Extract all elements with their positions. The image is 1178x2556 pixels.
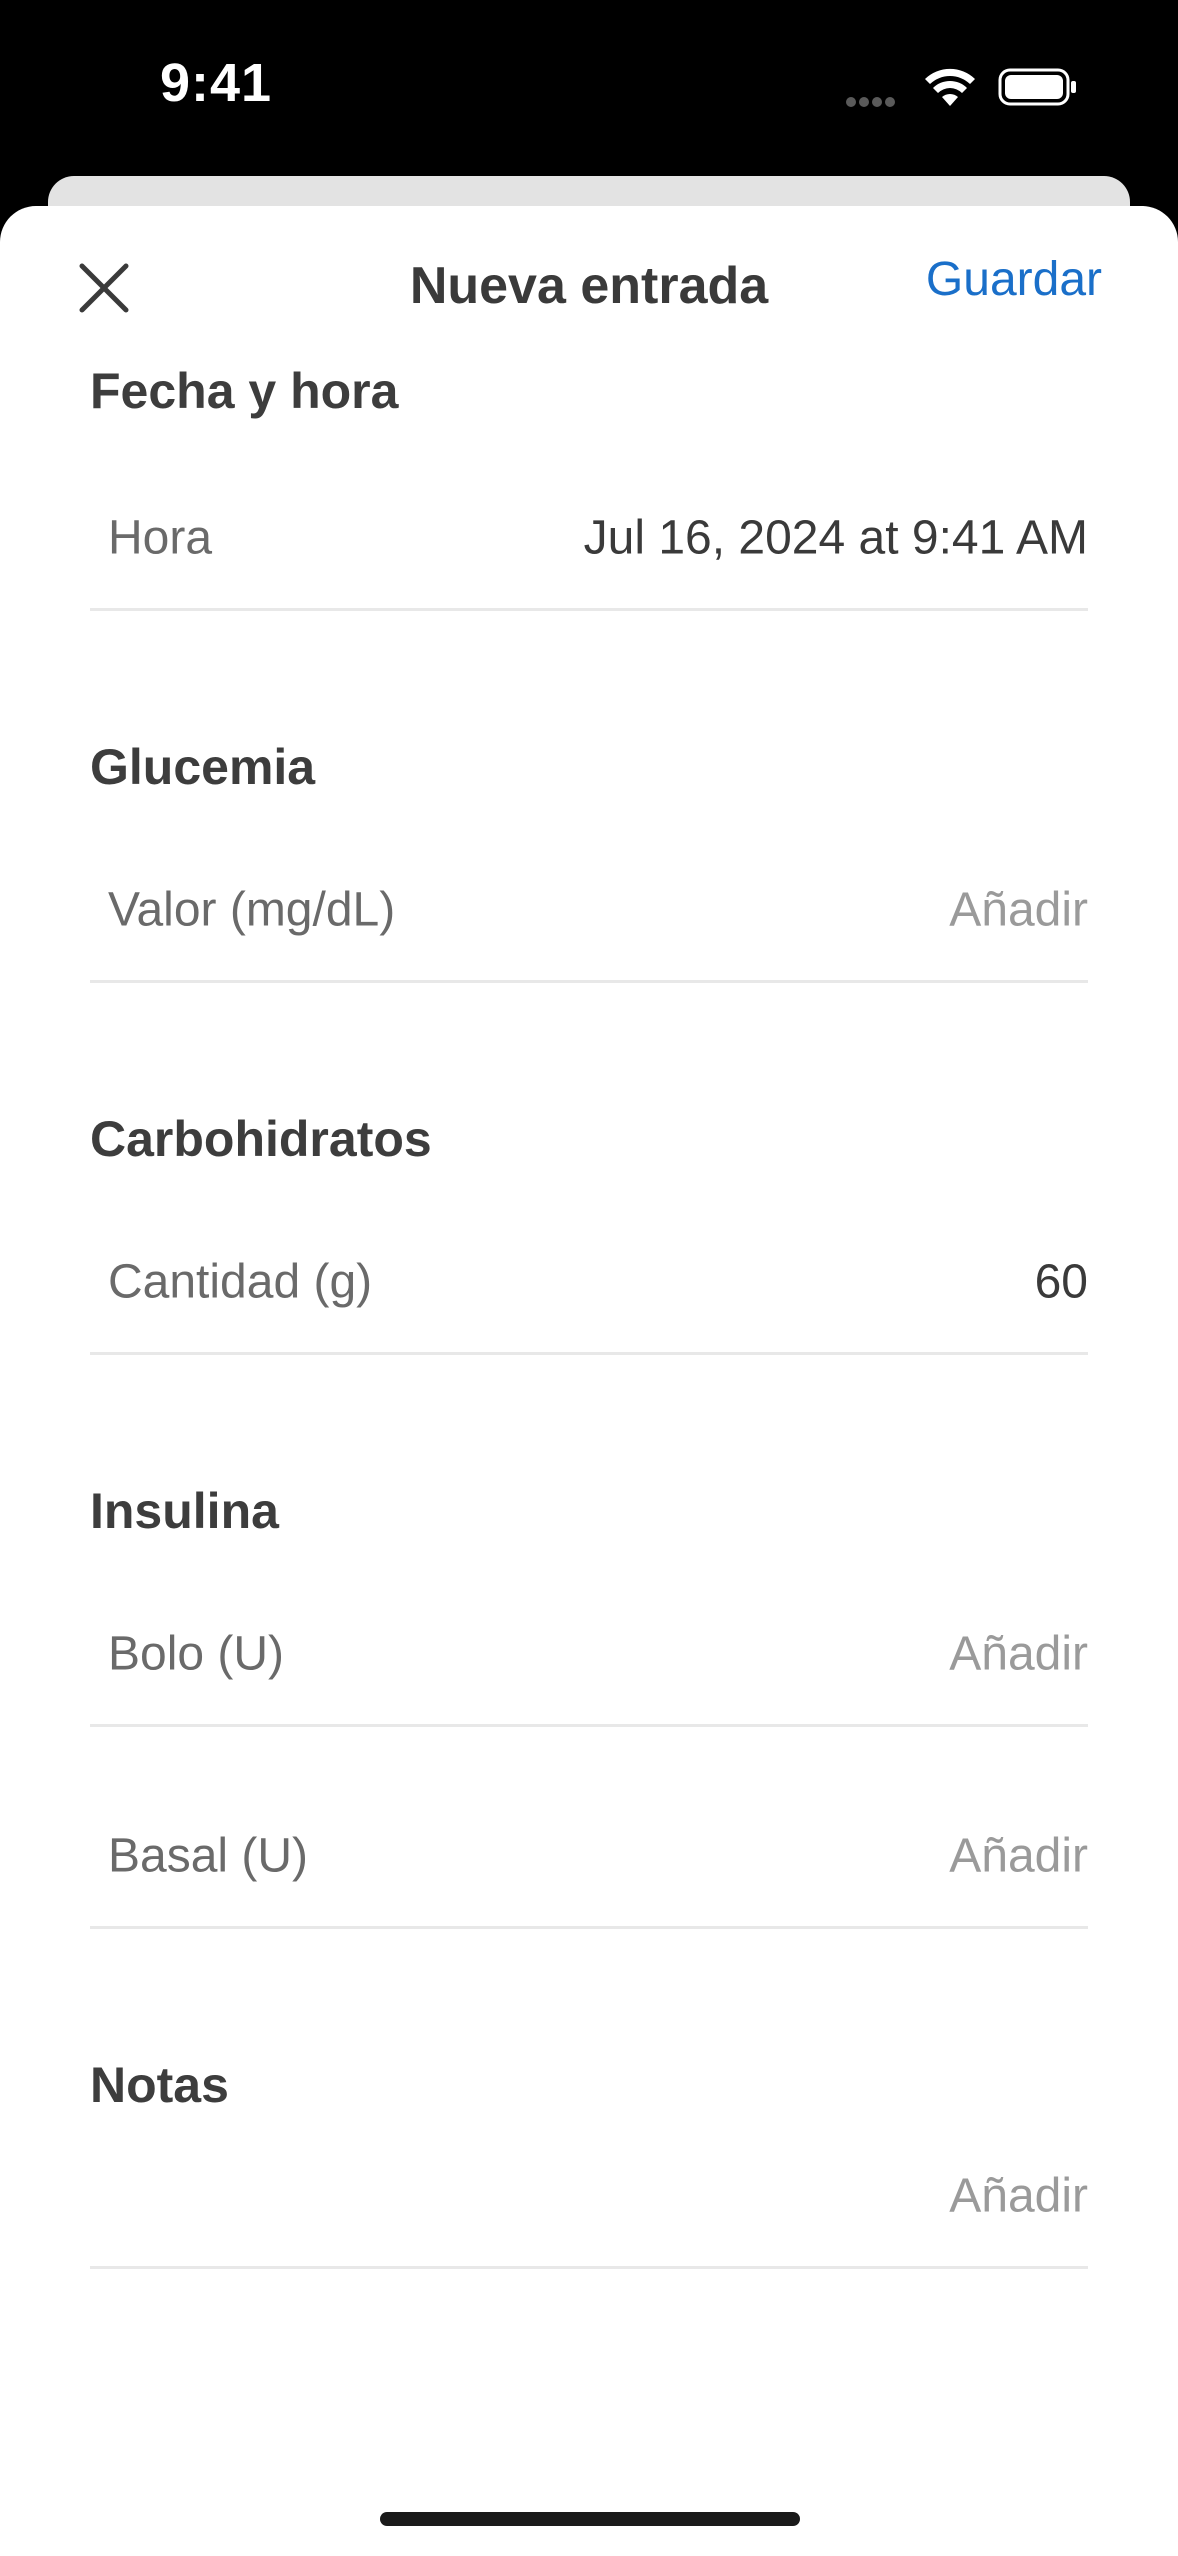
notes-row[interactable]: Añadir bbox=[90, 2126, 1088, 2269]
nav-bar: Nueva entrada Guardar bbox=[0, 206, 1178, 356]
section-header-glucose: Glucemia bbox=[90, 739, 316, 795]
save-button[interactable]: Guardar bbox=[926, 252, 1102, 307]
status-time: 9:41 bbox=[160, 53, 273, 113]
section-header-carbs: Carbohidratos bbox=[90, 1111, 432, 1167]
new-entry-sheet: Nueva entrada Guardar Fecha y hora Hora … bbox=[0, 206, 1178, 2556]
wifi-icon bbox=[925, 68, 975, 106]
section-header-notes: Notas bbox=[90, 2057, 229, 2113]
section-header-insulin: Insulina bbox=[90, 1483, 279, 1539]
glucose-label: Valor (mg/dL) bbox=[108, 883, 396, 937]
basal-input[interactable]: Añadir bbox=[949, 1829, 1088, 1884]
carbs-input[interactable]: 60 bbox=[1035, 1255, 1088, 1310]
glucose-row[interactable]: Valor (mg/dL) Añadir bbox=[90, 840, 1088, 983]
basal-label: Basal (U) bbox=[108, 1829, 309, 1883]
glucose-input[interactable]: Añadir bbox=[949, 883, 1088, 938]
time-value: Jul 16, 2024 at 9:41 AM bbox=[583, 511, 1088, 565]
time-row[interactable]: Hora Jul 16, 2024 at 9:41 AM bbox=[90, 468, 1088, 611]
carbs-row[interactable]: Cantidad (g) 60 bbox=[90, 1212, 1088, 1355]
bolus-input[interactable]: Añadir bbox=[949, 1627, 1088, 1682]
bolus-row[interactable]: Bolo (U) Añadir bbox=[90, 1584, 1088, 1727]
carbs-label: Cantidad (g) bbox=[108, 1255, 373, 1309]
notes-input[interactable]: Añadir bbox=[949, 2169, 1088, 2224]
home-indicator bbox=[380, 2512, 800, 2526]
battery-icon bbox=[998, 68, 1076, 106]
time-label: Hora bbox=[108, 511, 213, 565]
screen: 9:41 Nueva entrada Guardar Fecha y hora bbox=[0, 0, 1178, 2556]
status-bar: 9:41 bbox=[0, 0, 1178, 180]
signal-icon bbox=[846, 94, 906, 108]
basal-row[interactable]: Basal (U) Añadir bbox=[90, 1786, 1088, 1929]
section-header-datetime: Fecha y hora bbox=[90, 363, 399, 419]
bolus-label: Bolo (U) bbox=[108, 1627, 285, 1681]
